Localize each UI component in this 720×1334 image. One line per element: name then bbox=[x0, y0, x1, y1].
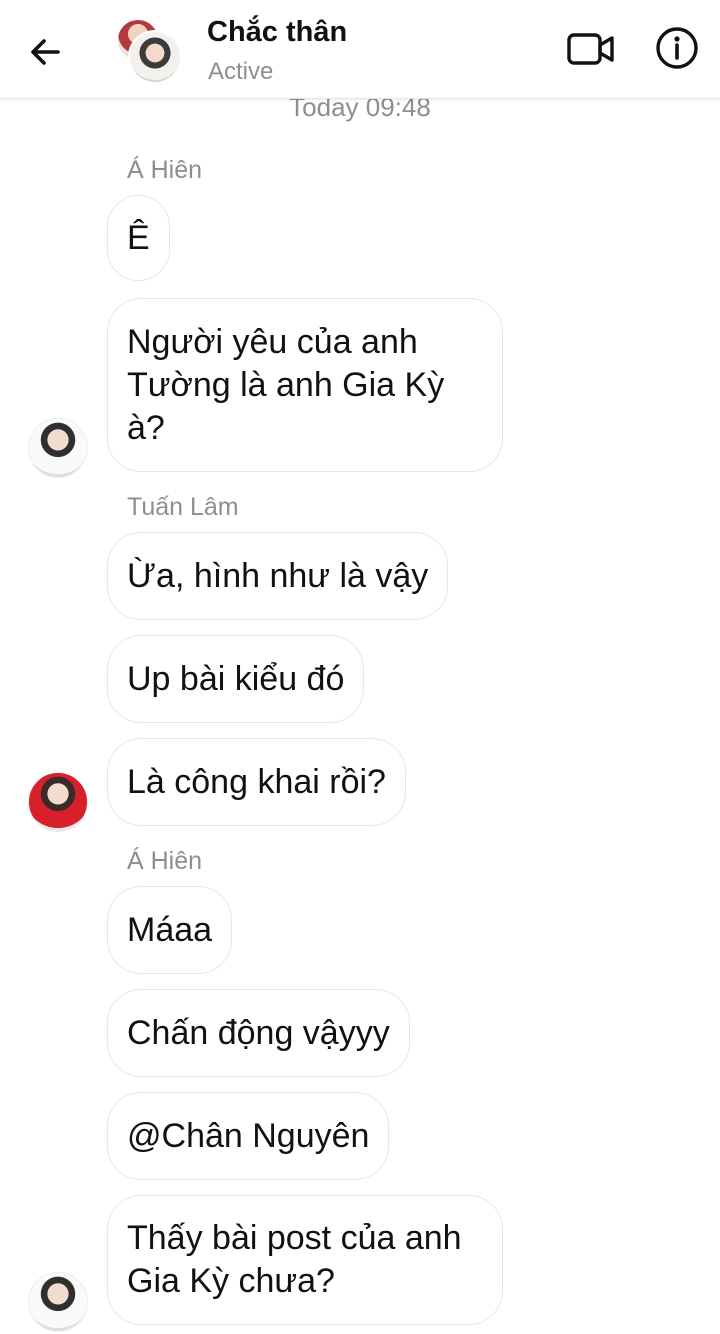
video-call-button[interactable] bbox=[566, 28, 616, 70]
message-text: Là công khai rồi? bbox=[127, 762, 386, 801]
message-bubble[interactable]: Chấn động vậyyy bbox=[107, 989, 410, 1077]
active-status: Active bbox=[208, 58, 274, 85]
message-text: @Chân Nguyên bbox=[127, 1116, 370, 1155]
sender-avatar[interactable] bbox=[28, 772, 88, 832]
message-bubble[interactable]: Ê bbox=[107, 195, 170, 281]
message-text: Thấy bài post của anh Gia Kỳ chưa? bbox=[127, 1219, 462, 1300]
video-camera-icon bbox=[567, 33, 614, 65]
message-bubble[interactable]: Ừa, hình như là vậy bbox=[107, 532, 449, 620]
message-text: Up bài kiểu đó bbox=[127, 659, 345, 698]
message-bubble[interactable]: Là công khai rồi? bbox=[107, 738, 406, 826]
message-text: Chấn động vậyyy bbox=[127, 1013, 390, 1052]
sender-name: Tuấn Lâm bbox=[127, 493, 239, 521]
message-bubble[interactable]: Up bài kiểu đó bbox=[107, 635, 365, 723]
message-text: Ừa, hình như là vậy bbox=[127, 556, 429, 595]
message-text: Ê bbox=[127, 218, 150, 257]
info-button[interactable] bbox=[654, 25, 700, 71]
sender-avatar[interactable] bbox=[28, 418, 88, 478]
message-bubble[interactable]: Máaa bbox=[107, 886, 233, 974]
sender-name: Á Hiên bbox=[127, 156, 203, 184]
info-icon bbox=[656, 27, 698, 69]
sender-avatar[interactable] bbox=[28, 1272, 88, 1332]
message-bubble[interactable]: Thấy bài post của anh Gia Kỳ chưa? bbox=[107, 1195, 503, 1325]
message-bubble[interactable]: @Chân Nguyên bbox=[107, 1092, 390, 1180]
arrow-left-icon bbox=[31, 39, 60, 65]
message-bubble[interactable]: Người yêu của anh Tường là anh Gia Kỳ à? bbox=[107, 298, 503, 472]
group-avatar[interactable] bbox=[116, 18, 182, 84]
chat-title[interactable]: Chắc thân bbox=[207, 16, 347, 49]
message-text: Máaa bbox=[127, 910, 213, 949]
sender-name: Á Hiên bbox=[127, 847, 203, 875]
member-avatar-front bbox=[128, 30, 182, 84]
chat-header: Chắc thân Active bbox=[0, 0, 720, 99]
message-text: Người yêu của anh Tường là anh Gia Kỳ à? bbox=[127, 322, 445, 447]
back-button[interactable] bbox=[22, 28, 70, 76]
